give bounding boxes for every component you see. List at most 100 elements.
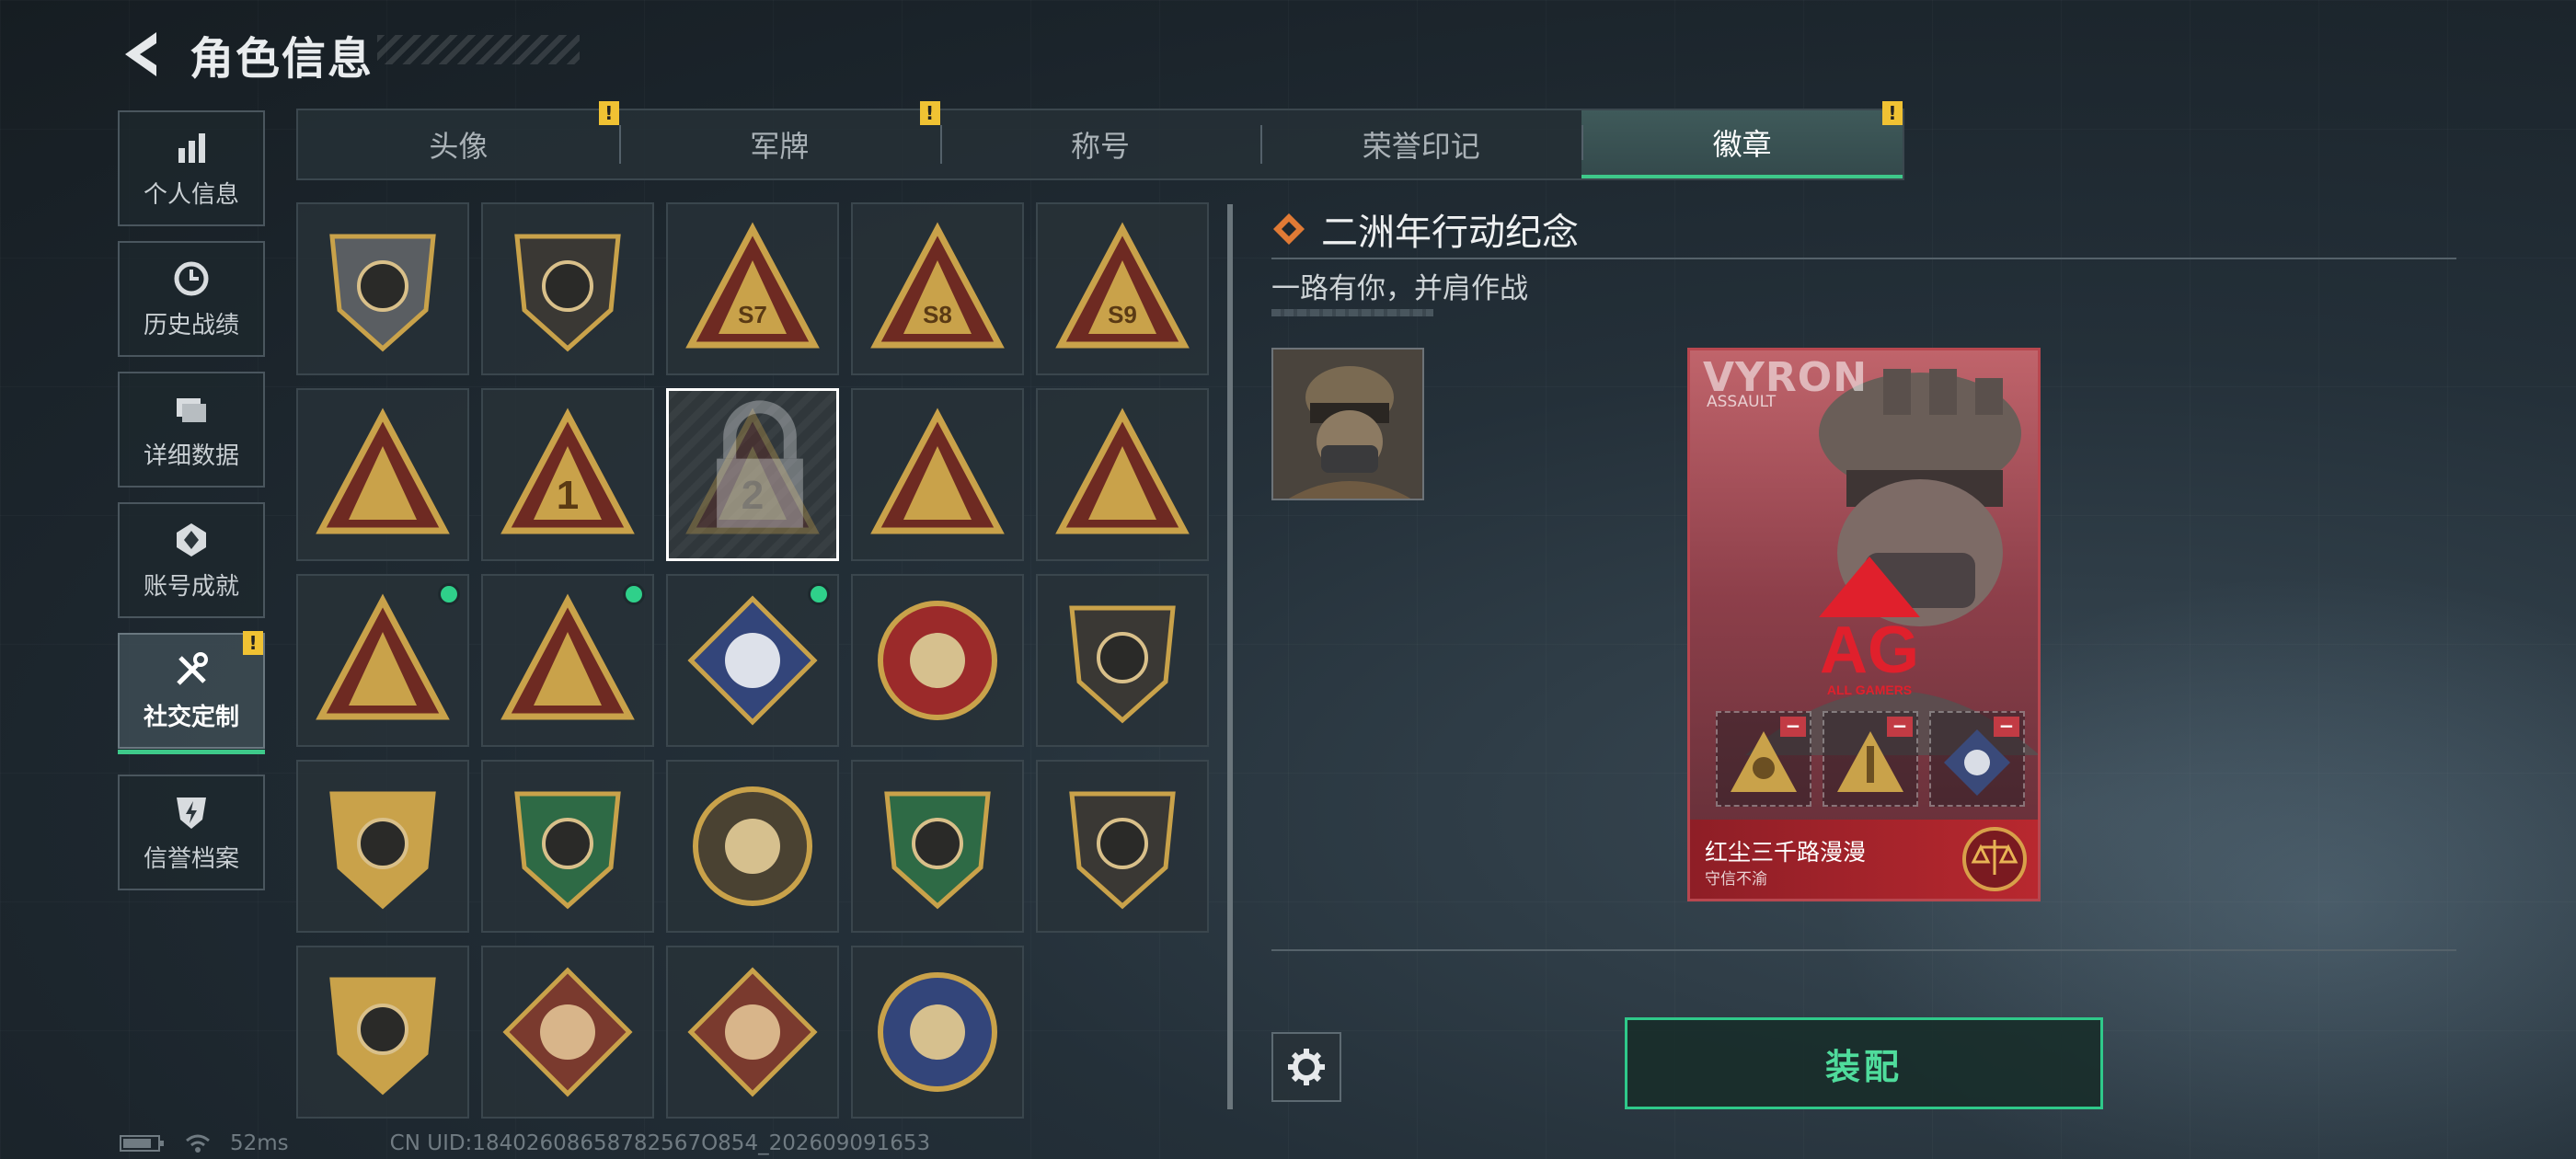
category-tabs: 头像 ! 军牌 ! 称号 荣誉印记 徽章 ! [296, 101, 1904, 180]
tab-label: 称号 [1070, 129, 1130, 164]
badge-grid: S7 S8 S9 1 2 [296, 202, 1209, 1119]
badge-cell-number-1-badge[interactable]: 1 [481, 388, 654, 561]
svg-text:S9: S9 [1108, 301, 1137, 328]
operator-role: ASSAULT [1707, 393, 1777, 411]
badge-cell-green-gem-shield-badge[interactable] [481, 760, 654, 933]
badge-description: 一路有你，并肩作战 [1271, 272, 1528, 305]
badge-slot-1[interactable]: − [1716, 711, 1811, 807]
badge-cell-hands-triangle-badge[interactable] [296, 388, 469, 561]
sidebar-item-social-custom[interactable]: 社交定制 ! [118, 631, 265, 754]
badge-cell-s9-badge[interactable]: S9 [1036, 202, 1209, 375]
wifi-icon [186, 1134, 210, 1153]
rifle-crest-badge-icon [1069, 791, 1176, 910]
tools-icon [177, 651, 208, 685]
divider [1271, 949, 2456, 951]
badge-cell-skull-crosshair-badge[interactable] [666, 760, 839, 933]
badge-cell-dark-shield-badge[interactable] [1036, 574, 1209, 747]
badge-cell-rifle-crest-badge[interactable] [1036, 760, 1209, 933]
card-motto-sub: 守信不渝 [1705, 870, 1767, 889]
tab-badge[interactable]: 徽章 ! [1581, 101, 1903, 178]
tab-label: 徽章 [1712, 127, 1772, 162]
badge-slot-3[interactable]: − [1929, 711, 2025, 807]
sidebar-item-label: 社交定制 [143, 703, 239, 731]
rose-diamond-badge-icon [687, 595, 818, 726]
tab-dog-tag[interactable]: 军牌 ! [618, 101, 940, 178]
sidebar: 个人信息 历史战绩 详细数据 账号成就 社交定制 ! 信誉档案 [118, 110, 265, 905]
sidebar-item-personal-info[interactable]: 个人信息 [118, 110, 265, 226]
badge-slot-2[interactable]: − [1823, 711, 1918, 807]
badge-cell-wolf-diamond-badge[interactable] [481, 946, 654, 1119]
soldier-portrait-icon [1273, 350, 1422, 499]
badge-title: 二洲年行动纪念 [1321, 212, 1579, 254]
battery-icon [120, 1135, 164, 1152]
tab-honor-mark[interactable]: 荣誉印记 [1260, 110, 1581, 178]
sidebar-item-detailed-data[interactable]: 详细数据 [118, 372, 265, 488]
badge-cell-grey-triangle-shield-badge[interactable] [296, 202, 469, 375]
remove-slot-button[interactable]: − [1887, 717, 1913, 737]
badge-cell-green-rifle-shield-badge[interactable] [851, 760, 1024, 933]
crosshair-shield-badge-icon [329, 977, 436, 1096]
settings-button[interactable] [1271, 1032, 1341, 1102]
detail-header: 二洲年行动纪念 [1271, 202, 1579, 256]
star-compass-badge-icon [878, 601, 997, 720]
badge-cell-figure-triangle-badge[interactable] [851, 388, 1024, 561]
badge-cell-three-star-shield-badge[interactable] [296, 760, 469, 933]
grey-triangle-shield-badge-icon [329, 234, 436, 352]
remove-slot-button[interactable]: − [1780, 717, 1806, 737]
soldiers-gold-badge-icon [316, 593, 450, 720]
remove-slot-button[interactable]: − [1994, 717, 2019, 737]
status-bar: 52ms CN UID:18402608658782567O854_202609… [120, 1131, 930, 1155]
blurred-text [1271, 309, 1433, 316]
ping-value: 52ms [230, 1131, 289, 1155]
warning-badge: ! [1881, 101, 1903, 125]
gear-icon [1288, 1049, 1325, 1085]
medal-icon [177, 522, 206, 557]
diamond-icon [1273, 213, 1305, 245]
tab-label: 头像 [429, 129, 489, 164]
sidebar-item-history[interactable]: 历史战绩 [118, 241, 265, 357]
svg-text:S7: S7 [738, 301, 767, 328]
tab-title[interactable]: 称号 [939, 110, 1261, 178]
number-1-badge-icon: 1 [500, 407, 635, 534]
badge-cell-crosshair-shield-badge[interactable] [296, 946, 469, 1119]
badge-cell-s8-badge[interactable]: S8 [851, 202, 1024, 375]
equip-button[interactable]: 装配 [1625, 1017, 2103, 1109]
badge-cell-soldiers-triangle-badge[interactable] [1036, 388, 1209, 561]
svg-text:S8: S8 [923, 301, 952, 328]
badge-cell-number-2-badge[interactable]: 2 [666, 388, 839, 561]
badge-cell-star-compass-badge[interactable] [851, 574, 1024, 747]
new-indicator-dot [623, 583, 645, 605]
soldiers-gold-badge-icon [1731, 731, 1797, 792]
rocket-triangle-badge-icon [1837, 731, 1903, 792]
badge-cell-rose-diamond-badge[interactable] [666, 574, 839, 747]
header: 角色信息 [120, 22, 374, 86]
operator-card: VYRON ASSAULT AG ALL GAMERS − − − 红尘三千路漫… [1687, 348, 2041, 901]
divider [1271, 258, 2456, 259]
back-button[interactable] [120, 29, 164, 80]
clock-icon [174, 261, 209, 295]
card-footer: 红尘三千路漫漫 守信不渝 [1690, 820, 2038, 899]
sidebar-item-credit-record[interactable]: 信誉档案 [118, 775, 265, 890]
sidebar-item-achievements[interactable]: 账号成就 [118, 502, 265, 618]
dragon-diamond-badge-icon [687, 967, 818, 1097]
figure-triangle-badge-icon [870, 407, 1005, 534]
svg-text:AG: AG [1820, 614, 1919, 687]
user-uid: CN UID:18402608658782567O854_20260909165… [389, 1131, 931, 1155]
back-arrow-icon [125, 32, 156, 76]
badge-cell-soldiers-gold-badge[interactable] [296, 574, 469, 747]
tab-label: 军牌 [750, 129, 810, 164]
lock-icon [717, 400, 803, 528]
svg-text:ALL GAMERS: ALL GAMERS [1827, 683, 1912, 697]
new-indicator-dot [808, 583, 830, 605]
badge-cell-helicopter-shield-badge[interactable] [481, 202, 654, 375]
folder-icon [177, 397, 206, 422]
badge-cell-dragon-diamond-badge[interactable] [666, 946, 839, 1119]
svg-text:1: 1 [557, 473, 579, 518]
wolf-diamond-badge-icon [502, 967, 633, 1097]
badge-cell-rocket-triangle-badge[interactable] [481, 574, 654, 747]
badge-cell-lynx-round-badge[interactable] [851, 946, 1024, 1119]
scrollbar[interactable] [1227, 204, 1233, 1109]
tab-avatar[interactable]: 头像 ! [298, 101, 619, 178]
badge-cell-s7-badge[interactable]: S7 [666, 202, 839, 375]
warning-badge: ! [919, 101, 940, 125]
